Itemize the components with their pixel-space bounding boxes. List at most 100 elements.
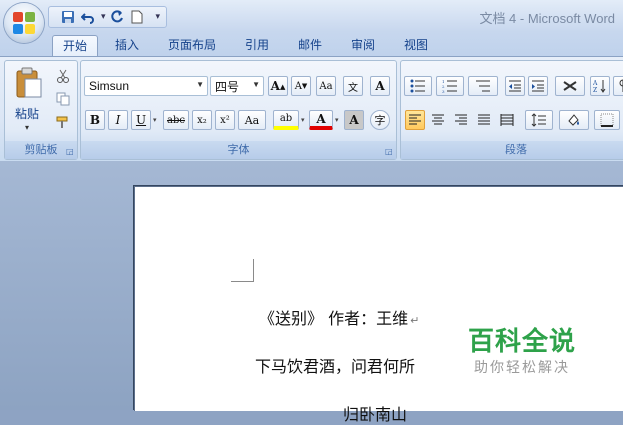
font-color-button[interactable]: A xyxy=(309,110,333,130)
bold-button[interactable]: B xyxy=(85,110,105,130)
borders-icon[interactable] xyxy=(594,110,620,130)
watermark-subtitle: 助你轻松解决 xyxy=(473,360,570,376)
character-shading-label: A xyxy=(349,113,359,127)
underline-label: U xyxy=(135,113,147,127)
underline-dropdown-icon[interactable]: ▾ xyxy=(153,116,157,124)
line-spacing-icon[interactable] xyxy=(525,110,553,130)
shading-icon[interactable] xyxy=(559,110,589,130)
strikethrough-button[interactable]: abc xyxy=(163,110,189,130)
paragraph-mark: ↵ xyxy=(410,314,420,327)
font-size-combo[interactable]: 四号 ▼ xyxy=(210,76,264,96)
document-line-text: 归卧南山 xyxy=(343,405,408,424)
svg-text:A: A xyxy=(593,80,598,87)
tab-home[interactable]: 开始 xyxy=(52,35,98,57)
font-name-value: Simsun xyxy=(89,79,130,93)
phonetic-guide-label: 文 xyxy=(348,82,358,94)
text-highlight-button[interactable]: ab xyxy=(273,110,299,130)
new-document-icon[interactable] xyxy=(128,8,146,26)
phonetic-guide-button[interactable]: 文 xyxy=(343,76,363,96)
sort-icon[interactable]: AZ xyxy=(590,76,610,96)
increase-indent-icon[interactable] xyxy=(528,76,548,96)
undo-dropdown-icon[interactable]: ▾ xyxy=(101,12,106,22)
tab-review[interactable]: 审阅 xyxy=(344,35,382,56)
office-logo-icon xyxy=(13,12,35,34)
character-border-button[interactable]: A xyxy=(370,76,390,96)
format-painter-icon[interactable] xyxy=(53,112,73,132)
enclose-characters-button[interactable]: 字 xyxy=(370,110,390,130)
paragraph-group: 123 AZ 段落 xyxy=(400,60,623,160)
chevron-down-icon: ▼ xyxy=(196,80,204,89)
title-bar: ▾ ▾ 文档 4 - Microsoft Word xyxy=(0,0,623,32)
quick-access-toolbar: ▾ ▾ xyxy=(48,6,168,28)
underline-button[interactable]: U xyxy=(131,110,151,130)
align-right-icon[interactable] xyxy=(451,110,471,130)
font-group-label: 字体 xyxy=(81,141,396,159)
margin-corner-mark xyxy=(231,259,254,282)
change-case-label: Aa xyxy=(244,113,260,127)
tab-insert[interactable]: 插入 xyxy=(108,35,146,56)
svg-text:3: 3 xyxy=(442,89,445,93)
italic-button[interactable]: I xyxy=(108,110,128,130)
font-size-value: 四号 xyxy=(215,79,240,94)
undo-icon[interactable] xyxy=(79,8,97,26)
subscript-button[interactable]: x₂ xyxy=(192,110,212,130)
numbering-icon[interactable]: 123 xyxy=(436,76,464,96)
multilevel-list-icon[interactable] xyxy=(468,76,498,96)
paste-icon xyxy=(16,67,42,98)
document-page[interactable]: 《送别》 作者：王维 ↵ 下马饮君酒，问君何所 归卧南山 百科全说 助你轻松解决 xyxy=(134,186,623,424)
font-color-dropdown-icon[interactable]: ▾ xyxy=(335,116,339,124)
svg-text:Z: Z xyxy=(593,87,597,93)
watermark-logo: 百科全说 助你轻松解决 xyxy=(468,327,576,377)
bullets-icon[interactable] xyxy=(404,76,432,96)
document-line[interactable]: 归卧南山 xyxy=(343,401,407,425)
font-name-combo[interactable]: Simsun ▼ xyxy=(84,76,208,96)
document-line-text: 下马饮君酒，问君何所 xyxy=(255,357,416,376)
strikethrough-label: abc xyxy=(167,114,185,126)
shrink-font-button[interactable]: A ▼ xyxy=(291,76,311,96)
ribbon: 粘贴 ▾ 剪贴板 ◲ Simsun ▼ 四号 ▼ A ▲ A ▼ Aa 文 A B … xyxy=(0,56,623,162)
change-case-button[interactable]: Aa xyxy=(238,110,266,130)
highlight-dropdown-icon[interactable]: ▾ xyxy=(301,116,305,124)
bold-label: B xyxy=(89,113,101,127)
scissors-icon[interactable] xyxy=(53,66,73,86)
tab-mailings[interactable]: 邮件 xyxy=(291,35,329,56)
font-launcher-icon[interactable]: ◲ xyxy=(385,147,394,156)
chinese-layout-icon[interactable] xyxy=(555,76,585,96)
superscript-button[interactable]: x² xyxy=(215,110,235,130)
tab-references[interactable]: 引用 xyxy=(238,35,276,56)
document-workspace: 《送别》 作者：王维 ↵ 下马饮君酒，问君何所 归卧南山 百科全说 助你轻松解决 xyxy=(0,161,623,424)
watermark-title: 百科全说 xyxy=(467,327,576,357)
grow-font-button[interactable]: A ▲ xyxy=(268,76,288,96)
clipboard-group: 粘贴 ▾ 剪贴板 ◲ xyxy=(4,60,78,160)
font-group: Simsun ▼ 四号 ▼ A ▲ A ▼ Aa 文 A B I U ▾ abc x… xyxy=(80,60,397,160)
customize-qat-icon[interactable]: ▾ xyxy=(156,12,161,22)
shrink-font-label: A xyxy=(294,80,302,92)
paste-button[interactable]: 粘贴 ▾ xyxy=(11,65,47,135)
grow-font-label: A xyxy=(270,79,280,93)
tab-view[interactable]: 视图 xyxy=(397,35,435,56)
clear-format-label: Aa xyxy=(319,80,333,92)
align-center-icon[interactable] xyxy=(428,110,448,130)
clear-format-button[interactable]: Aa xyxy=(316,76,336,96)
subscript-label: x₂ xyxy=(197,114,207,126)
character-border-label: A xyxy=(375,79,385,93)
chevron-down-icon: ▼ xyxy=(252,80,260,89)
distributed-icon[interactable] xyxy=(497,110,517,130)
character-shading-button[interactable]: A xyxy=(344,110,364,130)
save-icon[interactable] xyxy=(59,8,77,26)
justify-icon[interactable] xyxy=(474,110,494,130)
office-button[interactable] xyxy=(4,3,44,43)
document-line[interactable]: 下马饮君酒，问君何所 xyxy=(255,353,415,377)
ribbon-tabs: 开始 插入 页面布局 引用 邮件 审阅 视图 xyxy=(0,32,623,57)
repeat-icon[interactable] xyxy=(108,8,126,26)
paste-dropdown-icon[interactable]: ▾ xyxy=(25,123,29,132)
font-color-label: A xyxy=(316,111,326,126)
tab-page-layout[interactable]: 页面布局 xyxy=(160,35,224,56)
show-marks-icon[interactable] xyxy=(613,76,623,96)
decrease-indent-icon[interactable] xyxy=(505,76,525,96)
document-line[interactable]: 《送别》 作者：王维 ↵ xyxy=(259,305,419,329)
align-left-icon[interactable] xyxy=(405,110,425,130)
clipboard-launcher-icon[interactable]: ◲ xyxy=(66,147,75,156)
italic-label: I xyxy=(115,113,121,127)
copy-icon[interactable] xyxy=(53,89,73,109)
